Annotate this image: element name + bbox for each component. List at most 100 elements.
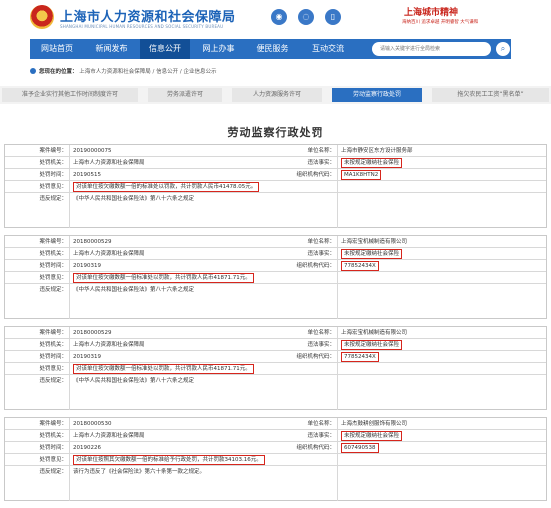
basis-label: 违反规定： — [39, 287, 67, 293]
unit-name-label: 单位名称： — [307, 330, 335, 336]
case-no-value: 20180000529 — [73, 330, 112, 336]
record-row: 处罚机关： 上海市人力资源和社会保障局 违法事实： 未按规定缴纳社会保险 — [5, 339, 546, 351]
record-row: 案件编号： 20180000529 单位名称： 上海宏宝机械制造有限公司 — [5, 327, 546, 339]
tab-wage-arrears-blacklist[interactable]: 拖欠农民工工资“黑名单” — [432, 88, 549, 102]
penalty-date-value: 20190319 — [73, 263, 101, 269]
search-icon[interactable]: ⌕ — [496, 42, 510, 56]
violation-value: 未按规定缴纳社会保险 — [341, 158, 403, 168]
tab-labor-dispatch[interactable]: 劳务派遣许可 — [148, 88, 222, 102]
authority-label: 处罚机关： — [39, 342, 67, 348]
nav-item-public-services[interactable]: 便民服务 — [247, 39, 298, 59]
penalty-date-value: 20190515 — [73, 172, 101, 178]
record-row: 处罚意见： 对该单位按欠缴数额一倍标准处以罚款，共计罚款人民币41871.71元… — [5, 272, 546, 284]
penalty-date-label: 处罚时间： — [39, 263, 67, 269]
penalty-record: 案件编号： 20190000075 单位名称： 上海市静安区东方设计服务部 处罚… — [4, 144, 547, 228]
basis-value: 《中华人民共和国社会保险法》第八十六条之规定 — [73, 287, 195, 293]
unit-name-label: 单位名称： — [307, 421, 335, 427]
org-code-value: 607490538 — [341, 443, 379, 453]
basis-label: 违反规定： — [39, 469, 67, 475]
record-row: 处罚机关： 上海市人力资源和社会保障局 违法事实： 未按规定缴纳社会保险 — [5, 248, 546, 260]
authority-label: 处罚机关： — [39, 251, 67, 257]
record-row: 处罚时间： 20190226 组织机构代码： 607490538 — [5, 442, 546, 454]
org-code-value: 77852434X — [341, 261, 379, 271]
authority-label: 处罚机关： — [39, 160, 67, 166]
basis-label: 违反规定： — [39, 196, 67, 202]
tab-labor-inspection-penalty[interactable]: 劳动监察行政处罚 — [332, 88, 422, 102]
unit-name-value: 上海市静安区东方设计服务部 — [341, 148, 413, 154]
record-row: 处罚时间： 20190319 组织机构代码： 77852434X — [5, 260, 546, 272]
opinion-value: 对该单位按欠缴数额一倍标准处以罚款，共计罚款人民币41871.71元。 — [73, 364, 254, 374]
case-no-label: 案件编号： — [39, 421, 67, 427]
record-row: 处罚时间： 20190515 组织机构代码： MA1K8HTN2 — [5, 169, 546, 181]
nav-item-info-disclosure[interactable]: 信息公开 — [140, 39, 190, 59]
case-no-label: 案件编号： — [39, 239, 67, 245]
city-spirit-slogan: 上海城市精神 — [404, 8, 459, 18]
page-title: 劳动监察行政处罚 — [227, 126, 324, 139]
authority-value: 上海市人力资源和社会保障局 — [73, 342, 145, 348]
nav-item-interaction[interactable]: 互动交流 — [302, 39, 354, 59]
opinion-label: 处罚意见： — [39, 366, 67, 372]
org-code-value: MA1K8HTN2 — [341, 170, 382, 180]
record-row: 违反规定： 《中华人民共和国社会保险法》第八十六条之规定 — [5, 193, 546, 205]
wechat-icon[interactable]: ◌ — [298, 9, 314, 25]
case-no-value: 20190000075 — [73, 148, 112, 154]
record-row: 违反规定： 该行为违反了《社会保险法》第六十条第一款之规定。 — [5, 466, 546, 478]
record-row: 案件编号： 20190000075 单位名称： 上海市静安区东方设计服务部 — [5, 145, 546, 157]
city-spirit-subtext: 海纳百川 追求卓越 开明睿智 大气谦和 — [402, 20, 479, 25]
penalty-record: 案件编号： 20180000529 单位名称： 上海宏宝机械制造有限公司 处罚机… — [4, 326, 547, 410]
violation-value: 未按规定缴纳社会保险 — [341, 431, 403, 441]
opinion-label: 处罚意见： — [39, 275, 67, 281]
nav-item-online-services[interactable]: 网上办事 — [193, 39, 244, 59]
location-pin-icon — [30, 68, 36, 74]
nav-item-home[interactable]: 网站首页 — [32, 39, 82, 59]
site-title[interactable]: 上海市人力资源和社会保障局 — [60, 6, 236, 25]
penalty-date-value: 20190319 — [73, 354, 101, 360]
unit-name-label: 单位名称： — [307, 148, 335, 154]
national-emblem-logo[interactable] — [30, 5, 54, 29]
violation-label: 违法事实： — [307, 433, 335, 439]
nav-item-news[interactable]: 新闻发布 — [85, 39, 138, 59]
org-code-label: 组织机构代码： — [296, 354, 335, 360]
breadcrumb-path[interactable]: 上海市人力资源和社会保障局 / 信息公开 / 企业信息公示 — [79, 69, 216, 75]
site-header: 上海市人力资源和社会保障局 SHANGHAI MUNICIPAL HUMAN R… — [0, 0, 551, 36]
violation-label: 违法事实： — [307, 342, 335, 348]
org-code-label: 组织机构代码： — [296, 263, 335, 269]
opinion-label: 处罚意见： — [39, 457, 67, 463]
penalty-date-label: 处罚时间： — [39, 172, 67, 178]
tab-other-working-hours[interactable]: 准予企业实行其他工作时间制度许可 — [2, 88, 138, 102]
unit-name-value: 上海宏宝机械制造有限公司 — [341, 239, 408, 245]
penalty-record: 案件编号： 20180000530 单位名称： 上海杰鼓耕创服饰有限公司 处罚机… — [4, 417, 547, 501]
case-no-value: 20180000530 — [73, 421, 112, 427]
authority-label: 处罚机关： — [39, 433, 67, 439]
record-row: 违反规定： 《中华人民共和国社会保险法》第八十六条之规定 — [5, 375, 546, 387]
basis-value: 该行为违反了《社会保险法》第六十条第一款之规定。 — [73, 469, 206, 475]
opinion-value: 对该单位按欠缴数额一倍标准处以罚款，共计罚款人民币41871.71元。 — [73, 273, 254, 283]
tab-hr-services[interactable]: 人力资源服务许可 — [232, 88, 322, 102]
authority-value: 上海市人力资源和社会保障局 — [73, 433, 145, 439]
site-subtitle: SHANGHAI MUNICIPAL HUMAN RESOURCES AND S… — [60, 24, 224, 29]
record-row: 处罚机关： 上海市人力资源和社会保障局 违法事实： 未按规定缴纳社会保险 — [5, 157, 546, 169]
basis-label: 违反规定： — [39, 378, 67, 384]
org-code-value: 77852434X — [341, 352, 379, 362]
unit-name-label: 单位名称： — [307, 239, 335, 245]
violation-label: 违法事实： — [307, 251, 335, 257]
search-input[interactable] — [380, 42, 480, 56]
search-box — [372, 42, 491, 56]
case-no-label: 案件编号： — [39, 330, 67, 336]
record-row: 处罚意见： 对该单位按照其欠缴数额一倍的标准给予行政处罚，共计罚款34103.1… — [5, 454, 546, 466]
breadcrumb-prefix: 您现在的位置： — [39, 69, 78, 75]
basis-value: 《中华人民共和国社会保险法》第八十六条之规定 — [73, 196, 195, 202]
app-icon[interactable]: ▯ — [325, 9, 341, 25]
record-row: 案件编号： 20180000530 单位名称： 上海杰鼓耕创服饰有限公司 — [5, 418, 546, 430]
violation-value: 未按规定缴纳社会保险 — [341, 340, 403, 350]
violation-label: 违法事实： — [307, 160, 335, 166]
record-row: 处罚时间： 20190319 组织机构代码： 77852434X — [5, 351, 546, 363]
org-code-label: 组织机构代码： — [296, 445, 335, 451]
penalty-date-label: 处罚时间： — [39, 354, 67, 360]
authority-value: 上海市人力资源和社会保障局 — [73, 251, 145, 257]
penalty-date-value: 20190226 — [73, 445, 101, 451]
record-row: 处罚机关： 上海市人力资源和社会保障局 违法事实： 未按规定缴纳社会保险 — [5, 430, 546, 442]
opinion-value: 对该单位按欠缴数额一倍的标准处以罚款，共计罚款人民币41478.05元。 — [73, 182, 260, 192]
case-no-label: 案件编号： — [39, 148, 67, 154]
weibo-icon[interactable]: ◉ — [271, 9, 287, 25]
